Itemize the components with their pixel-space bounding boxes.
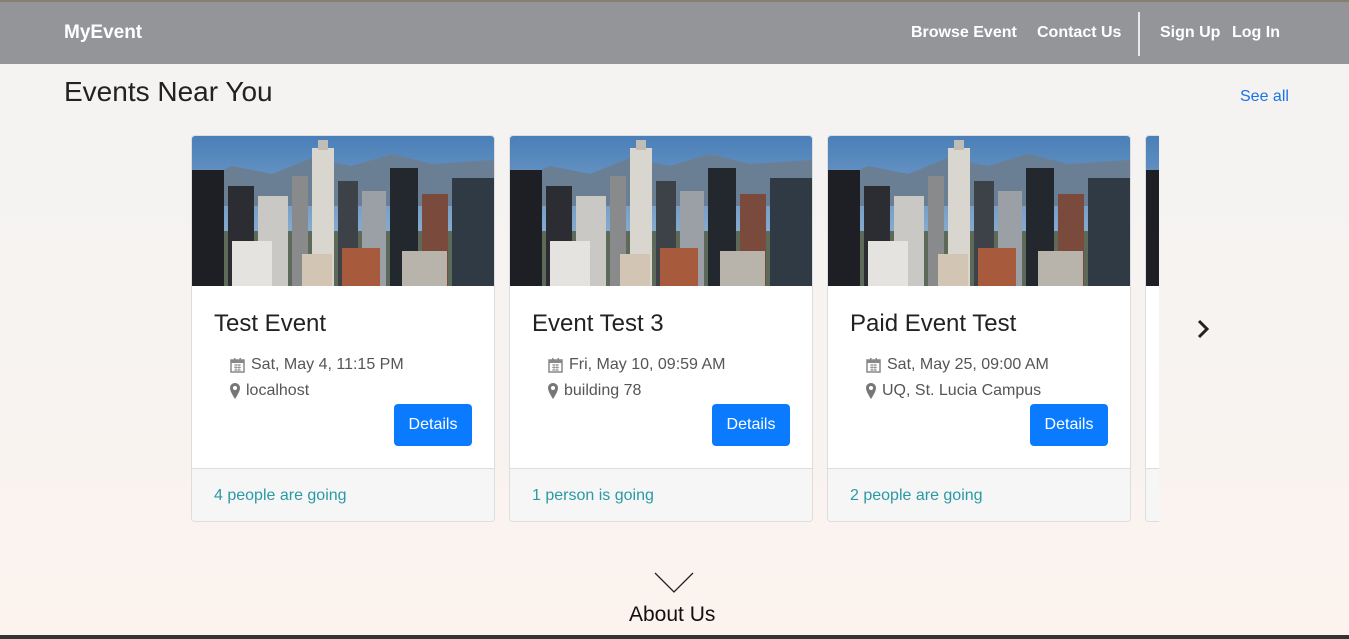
attendance-count: 1 person is going	[532, 487, 654, 504]
details-button[interactable]: Details	[1030, 404, 1108, 446]
see-all-link[interactable]: See all	[1240, 88, 1289, 106]
event-date-text: Fri, May 10, 09:59 AM	[569, 356, 726, 373]
event-title: Test Event	[214, 310, 327, 337]
event-card[interactable]: Paid Event Test Sat, May 25, 09:00 AM UQ…	[827, 135, 1131, 522]
chevron-right-icon[interactable]	[1193, 317, 1213, 341]
event-title: Paid Event Test	[850, 310, 1017, 337]
event-location-text: building 78	[564, 382, 642, 399]
section-title: Events Near You	[64, 76, 273, 107]
event-date: Sat, May 4, 11:15 PM	[230, 356, 404, 374]
calendar-icon	[866, 358, 881, 373]
attendance-count: 4 people are going	[214, 487, 347, 504]
card-footer	[1146, 468, 1159, 521]
nav-divider	[1138, 12, 1140, 56]
brand-logo[interactable]: MyEvent	[64, 22, 142, 44]
event-card[interactable]: Event Test 3 Fri, May 10, 09:59 AM build…	[509, 135, 813, 522]
card-footer: 1 person is going	[510, 468, 812, 521]
card-footer: 4 people are going	[192, 468, 494, 521]
event-date-text: Sat, May 25, 09:00 AM	[887, 356, 1049, 373]
event-date: Sat, May 25, 09:00 AM	[866, 356, 1049, 374]
map-marker-icon	[866, 383, 876, 399]
event-location: UQ, St. Lucia Campus	[866, 382, 1041, 400]
event-date: Fri, May 10, 09:59 AM	[548, 356, 726, 374]
event-location: building 78	[548, 382, 641, 400]
event-image	[1146, 136, 1159, 286]
about-us-heading: About Us	[629, 603, 716, 626]
event-location-text: UQ, St. Lucia Campus	[882, 382, 1042, 399]
chevron-down-icon[interactable]	[654, 572, 694, 594]
event-card[interactable]: Test Event Sat, May 4, 11:15 PM localhos…	[191, 135, 495, 522]
event-location-text: localhost	[246, 382, 310, 399]
calendar-icon	[230, 358, 245, 373]
map-marker-icon	[230, 383, 240, 399]
event-location: localhost	[230, 382, 309, 400]
nav-contact-us[interactable]: Contact Us	[1037, 24, 1121, 42]
card-footer: 2 people are going	[828, 468, 1130, 521]
nav-browse-event[interactable]: Browse Event	[911, 24, 1017, 42]
nav-log-in[interactable]: Log In	[1232, 24, 1280, 42]
event-card-partial[interactable]	[1145, 135, 1159, 522]
navbar: MyEvent Browse Event Contact Us Sign Up …	[0, 2, 1349, 64]
calendar-icon	[548, 358, 563, 373]
event-image	[192, 136, 494, 286]
event-date-text: Sat, May 4, 11:15 PM	[251, 356, 404, 373]
event-image	[828, 136, 1130, 286]
map-marker-icon	[548, 383, 558, 399]
details-button[interactable]: Details	[394, 404, 472, 446]
attendance-count: 2 people are going	[850, 487, 983, 504]
event-title: Event Test 3	[532, 310, 664, 337]
event-carousel: Test Event Sat, May 4, 11:15 PM localhos…	[190, 135, 1159, 523]
bottom-border	[0, 635, 1349, 639]
nav-sign-up[interactable]: Sign Up	[1160, 24, 1220, 42]
details-button[interactable]: Details	[712, 404, 790, 446]
event-image	[510, 136, 812, 286]
